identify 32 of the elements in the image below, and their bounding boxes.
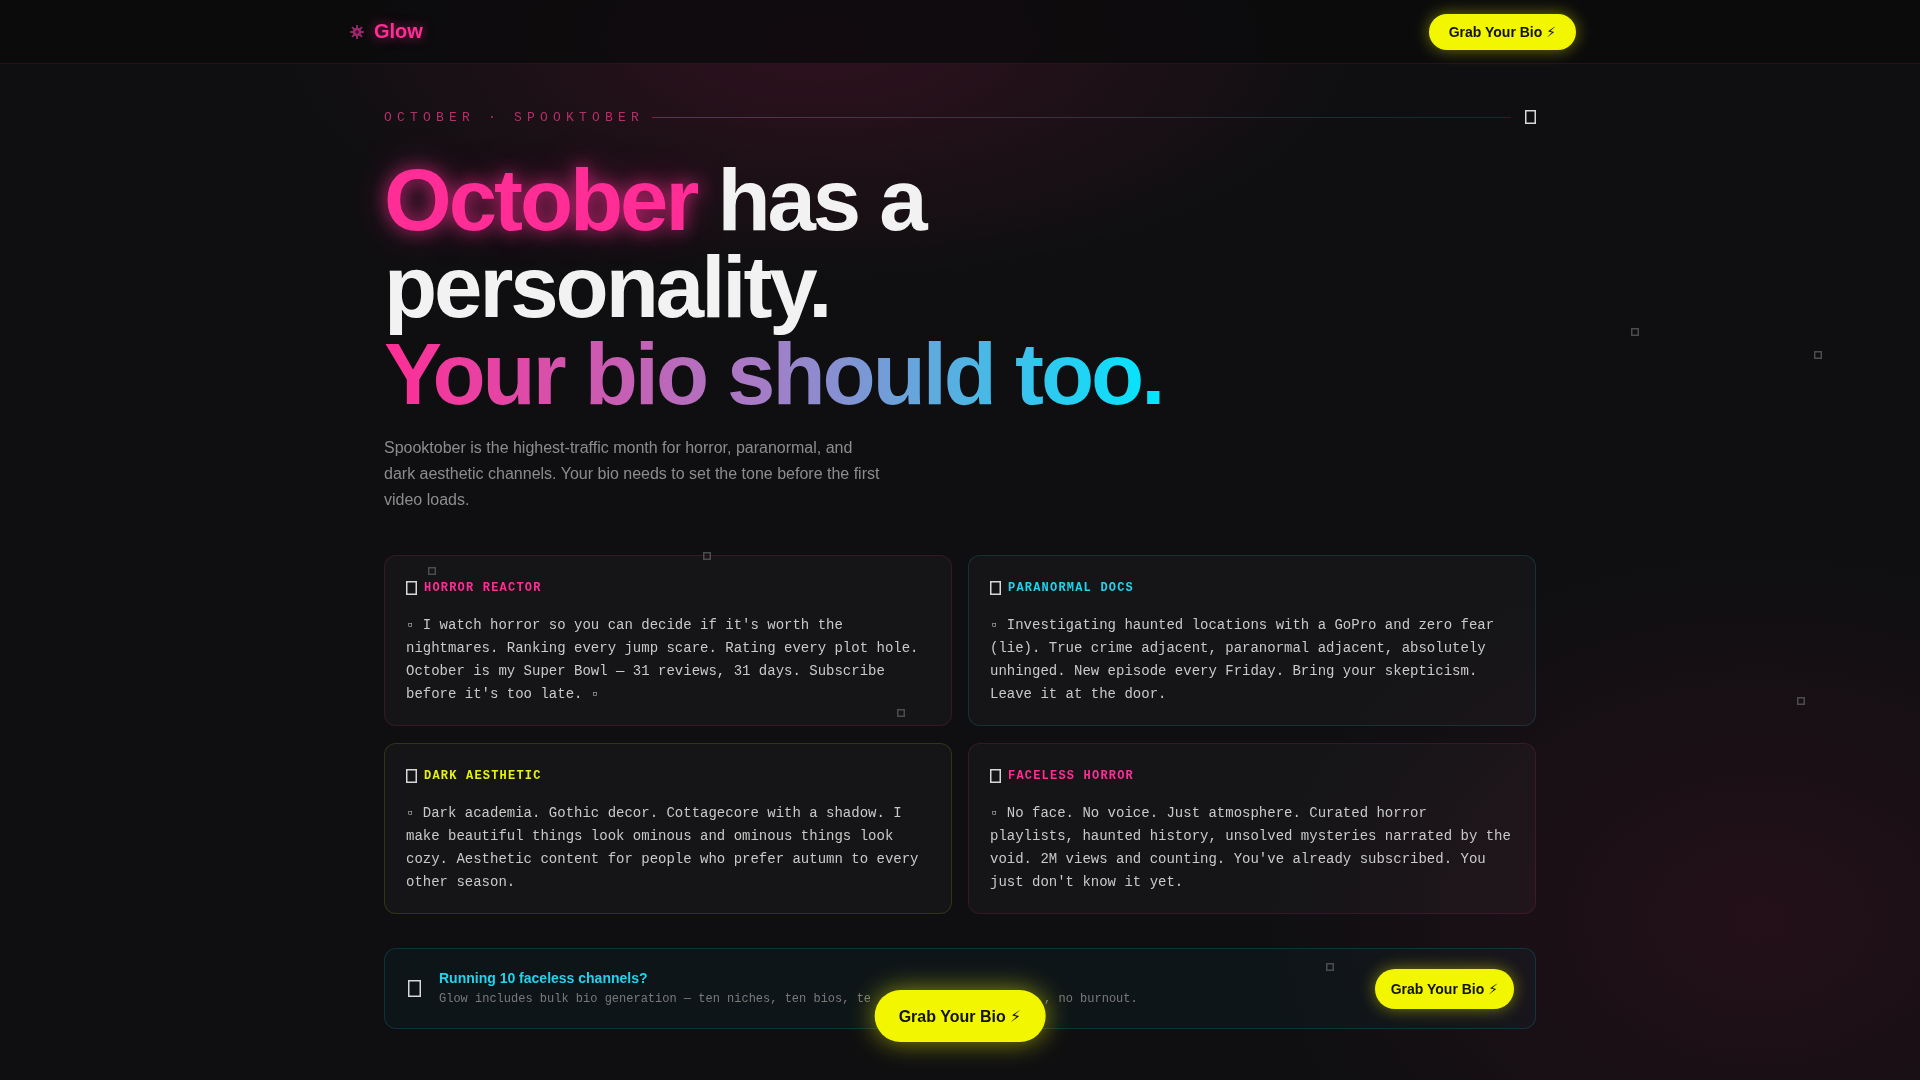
cta-button[interactable]: Grab Your Bio ⚡ [1374,968,1514,1009]
intro-text: Spooktober is the highest-traffic month for horror, paranormal, and dark aesthetic channels. Your bio needs to set the tone before the first video loads. [384,438,881,510]
banner-subtext: , no burnout. [1044,992,1138,1007]
bio-text: ▫ Dark academia. Gothic decor. Cottagecore with a shadow. I make beautiful things look ominous and ominous things look cozy. Aesthetic content for people who prefer autumn to every other season. [406,804,920,892]
banner-title: Running 10 faceless channels? [439,970,649,987]
square-particle-icon [1326,963,1334,971]
box-outline-icon [408,980,421,997]
cta-button[interactable]: Grab Your Bio ⚡ [1428,13,1576,50]
square-particle-icon [428,567,436,575]
headline: October has a personality. Your bio should too. [384,156,1164,417]
brand-name[interactable]: Glow [374,20,423,43]
card-title: PARANORMAL DOCS [1008,581,1135,595]
box-outline-icon [406,769,417,783]
floating-cta-button[interactable]: Grab Your Bio ⚡ [874,990,1046,1042]
card-title: HORROR REACTOR [424,581,542,595]
box-outline-icon [990,769,1001,783]
bio-text: ▫ No face. No voice. Just atmosphere. Curated horror playlists, haunted history, unsolved mysteries narrated by the void. 2M views and counting. You've already subscribed. You just don't know it yet. [990,804,1512,892]
square-particle-icon [897,709,905,717]
square-particle-icon [1631,328,1639,336]
card-title: FACELESS HORROR [1008,769,1135,783]
square-particle-icon [703,552,711,560]
square-particle-icon [1814,351,1822,359]
box-outline-icon [406,581,417,595]
square-particle-icon [1797,697,1805,705]
eyebrow-label: OCTOBER · SPOOKTOBER [384,109,645,125]
box-outline-icon [1525,110,1536,124]
card-title: DARK AESTHETIC [424,769,542,783]
bio-text: ▫ I watch horror so you can decide if it's worth the nightmares. Ranking every jump scare. Rating every plot hole. October is my Super Bowl — 31 reviews, 31 days. Subscribe before it's too late. ▫ [406,616,920,704]
gear-icon [350,24,364,39]
box-outline-icon [990,581,1001,595]
bio-text: ▫ Investigating haunted locations with a GoPro and zero fear (lie). True crime adjacent, paranormal adjacent, absolutely unhinged. New episode every Friday. Bring your skepticism. Leave it at the door. [990,616,1496,704]
banner-subtext: Glow includes bulk bio generation — ten niches, ten bios, te [439,992,872,1007]
